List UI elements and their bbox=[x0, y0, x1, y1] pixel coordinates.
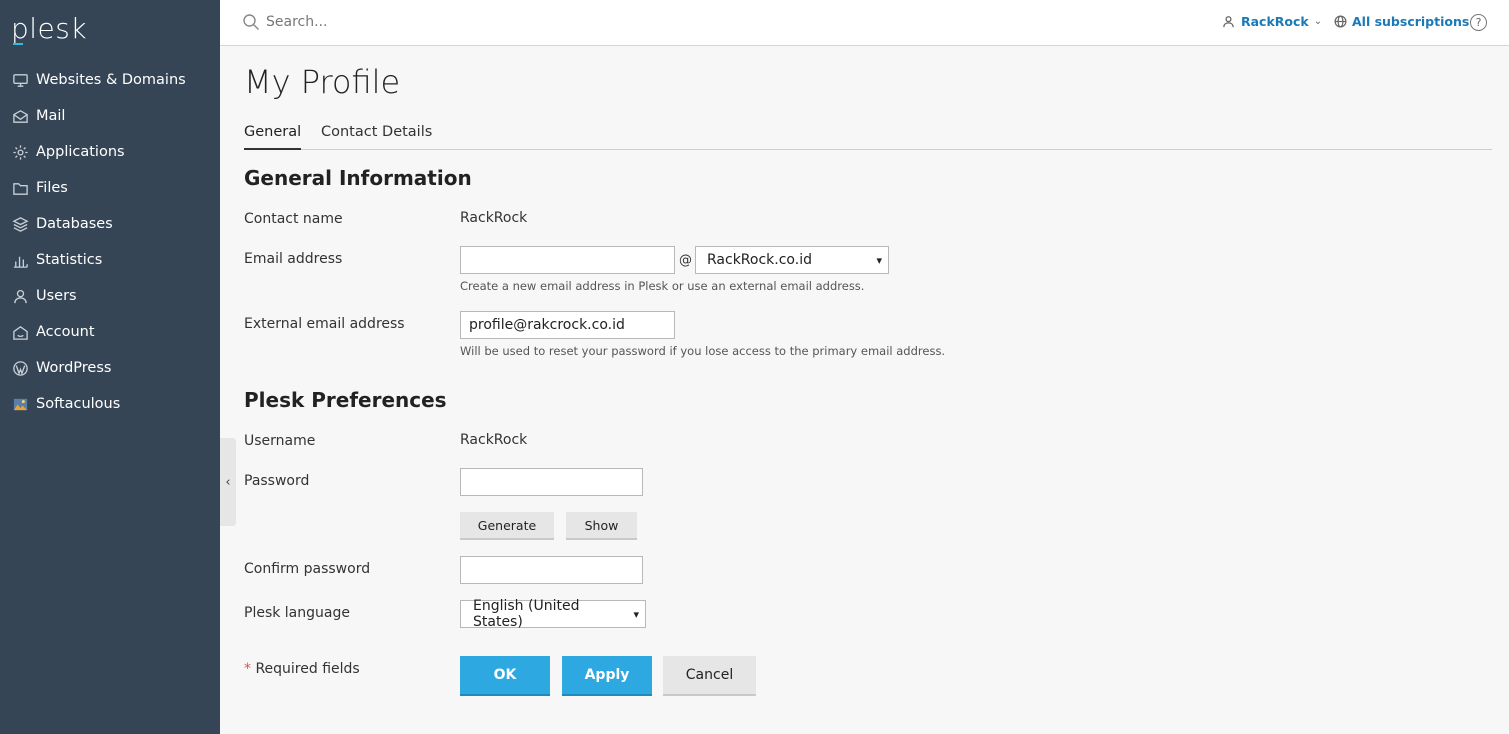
required-fields-note: * Required fields bbox=[244, 661, 360, 677]
account-icon bbox=[11, 323, 29, 341]
search-icon bbox=[243, 14, 259, 30]
tab-general[interactable]: General bbox=[244, 124, 302, 150]
chevron-down-icon: ⌄ bbox=[1313, 16, 1323, 27]
plesk-preferences-heading: Plesk Preferences bbox=[244, 388, 447, 412]
required-fields-text: Required fields bbox=[251, 661, 360, 677]
external-email-input[interactable] bbox=[460, 311, 675, 339]
sidebar-nav: Websites & Domains Mail Applications Fil… bbox=[0, 62, 220, 422]
sidebar-item-label: Users bbox=[36, 288, 77, 304]
sidebar-item-websites-domains[interactable]: Websites & Domains bbox=[0, 62, 220, 98]
sidebar-item-mail[interactable]: Mail bbox=[0, 98, 220, 134]
logo-accent bbox=[13, 43, 23, 45]
sidebar-item-softaculous[interactable]: Softaculous bbox=[0, 386, 220, 422]
sidebar-item-files[interactable]: Files bbox=[0, 170, 220, 206]
apply-button[interactable]: Apply bbox=[562, 656, 652, 696]
contact-name-value: RackRock bbox=[460, 210, 528, 226]
generate-button[interactable]: Generate bbox=[460, 512, 554, 540]
sidebar-item-label: Databases bbox=[36, 216, 113, 232]
user-menu[interactable]: RackRock ⌄ bbox=[1222, 14, 1322, 29]
sidebar-item-label: Websites & Domains bbox=[36, 72, 186, 88]
plesk-language-label: Plesk language bbox=[244, 605, 350, 621]
confirm-password-input[interactable] bbox=[460, 556, 643, 584]
sidebar-item-label: Mail bbox=[36, 108, 66, 124]
email-hint: Create a new email address in Plesk or u… bbox=[460, 279, 865, 293]
sidebar: plesk Websites & Domains Mail Applicatio… bbox=[0, 0, 220, 734]
password-input[interactable] bbox=[460, 468, 643, 496]
language-selected: English (United States) bbox=[473, 598, 580, 630]
email-domain-select[interactable]: RackRock.co.id ▾ bbox=[695, 246, 889, 274]
globe-icon bbox=[1334, 15, 1347, 28]
gear-icon bbox=[11, 143, 29, 161]
chevron-down-icon: ▾ bbox=[633, 607, 639, 621]
folder-icon bbox=[11, 179, 29, 197]
confirm-password-label: Confirm password bbox=[244, 561, 371, 577]
cancel-button[interactable]: Cancel bbox=[663, 656, 756, 696]
sidebar-item-label: Files bbox=[36, 180, 68, 196]
show-button[interactable]: Show bbox=[566, 512, 637, 540]
email-local-input[interactable] bbox=[460, 246, 675, 274]
sidebar-item-label: Statistics bbox=[36, 252, 103, 268]
sidebar-item-statistics[interactable]: Statistics bbox=[0, 242, 220, 278]
monitor-icon bbox=[11, 71, 29, 89]
sidebar-item-label: Account bbox=[36, 324, 95, 340]
subscriptions-label: All subscriptions bbox=[1352, 14, 1470, 29]
email-domain-selected: RackRock.co.id bbox=[707, 252, 812, 268]
sidebar-item-label: Softaculous bbox=[36, 396, 121, 412]
user-menu-label: RackRock bbox=[1241, 14, 1309, 29]
username-value: RackRock bbox=[460, 432, 528, 448]
sidebar-collapse-handle[interactable]: ‹ bbox=[220, 438, 236, 526]
topbar: RackRock ⌄ All subscriptions ? bbox=[220, 0, 1509, 46]
sidebar-item-label: WordPress bbox=[36, 360, 112, 376]
sidebar-item-databases[interactable]: Databases bbox=[0, 206, 220, 242]
tab-contact-details[interactable]: Contact Details bbox=[321, 124, 432, 150]
external-email-label: External email address bbox=[244, 316, 405, 332]
bar-chart-icon bbox=[11, 251, 29, 269]
sidebar-item-applications[interactable]: Applications bbox=[0, 134, 220, 170]
plesk-logo[interactable]: plesk bbox=[11, 12, 87, 45]
sidebar-item-wordpress[interactable]: WordPress bbox=[0, 350, 220, 386]
sidebar-item-label: Applications bbox=[36, 144, 125, 160]
wordpress-icon bbox=[11, 359, 29, 377]
softaculous-icon bbox=[11, 395, 29, 413]
database-icon bbox=[11, 215, 29, 233]
password-label: Password bbox=[244, 473, 310, 489]
chevron-down-icon: ▾ bbox=[876, 253, 882, 267]
user-icon bbox=[1223, 16, 1234, 28]
language-select[interactable]: English (United States) ▾ bbox=[460, 598, 646, 630]
required-star: * bbox=[244, 661, 251, 677]
help-icon[interactable]: ? bbox=[1470, 14, 1487, 31]
general-information-heading: General Information bbox=[244, 166, 472, 190]
at-sign: @ bbox=[679, 253, 692, 268]
sidebar-item-account[interactable]: Account bbox=[0, 314, 220, 350]
email-address-label: Email address bbox=[244, 251, 343, 267]
user-icon bbox=[11, 287, 29, 305]
subscriptions-menu[interactable]: All subscriptions bbox=[1334, 14, 1469, 29]
ok-button[interactable]: OK bbox=[460, 656, 550, 696]
external-email-hint: Will be used to reset your password if y… bbox=[460, 344, 946, 358]
page-title: My Profile bbox=[244, 63, 401, 101]
sidebar-item-users[interactable]: Users bbox=[0, 278, 220, 314]
contact-name-label: Contact name bbox=[244, 211, 343, 227]
mail-icon bbox=[11, 107, 29, 125]
tabs: General Contact Details bbox=[244, 124, 1492, 150]
username-label: Username bbox=[244, 433, 316, 449]
search-input[interactable] bbox=[266, 11, 666, 33]
chevron-left-icon: ‹ bbox=[225, 474, 231, 490]
